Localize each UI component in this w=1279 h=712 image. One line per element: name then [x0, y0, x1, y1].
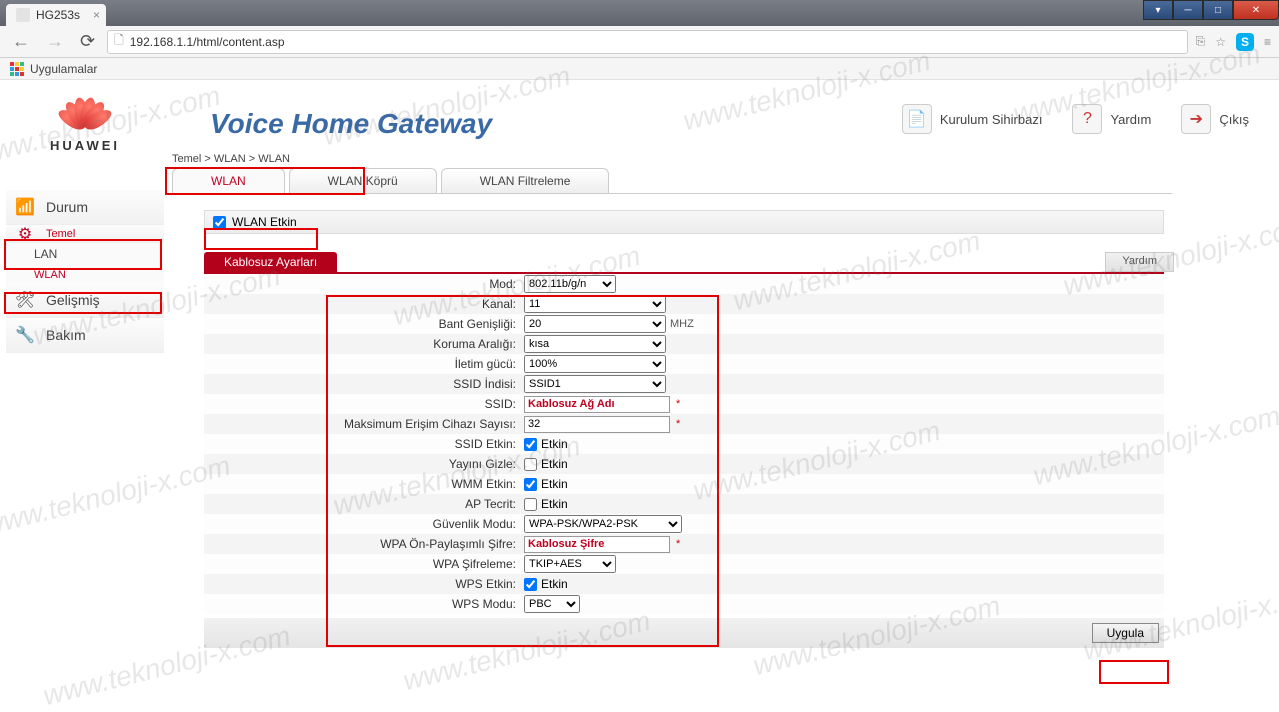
mode-label: Mod:	[204, 277, 522, 291]
sidebar-item-advanced[interactable]: 🛠 Gelişmiş	[6, 283, 164, 318]
router-page: HUAWEI Voice Home Gateway 📄 Kurulum Sihi…	[0, 80, 1279, 700]
breadcrumb: Temel > WLAN > WLAN	[172, 153, 290, 165]
sidebar-sub-wlan[interactable]: WLAN	[6, 265, 164, 283]
browser-tab-strip: HG253s × ▾ ─ □ ✕	[0, 0, 1279, 26]
brand-name: HUAWEI	[10, 138, 160, 153]
ssid-index-select[interactable]: SSID1	[524, 375, 666, 393]
sidebar-item-basic[interactable]: ⚙ Temel	[6, 225, 164, 243]
window-maximize-icon[interactable]: □	[1203, 0, 1233, 20]
page-title: Voice Home Gateway	[210, 108, 492, 140]
guard-label: Koruma Aralığı:	[204, 337, 522, 351]
wps-enable-checkbox[interactable]	[524, 578, 537, 591]
top-actions: 📄 Kurulum Sihirbazı ? Yardım ➔ Çıkış	[902, 104, 1249, 134]
wireless-settings-form: Mod:802.11b/g/n Kanal:11 Bant Genişliği:…	[204, 272, 1164, 614]
mode-select[interactable]: 802.11b/g/n	[524, 275, 616, 293]
max-clients-input[interactable]	[524, 416, 670, 433]
logout-link[interactable]: ➔ Çıkış	[1181, 104, 1249, 134]
wlan-enable-label: WLAN Etkin	[232, 215, 297, 229]
wizard-link[interactable]: 📄 Kurulum Sihirbazı	[902, 104, 1043, 134]
wlan-enable-bar: WLAN Etkin	[204, 210, 1164, 234]
bandwidth-select[interactable]: 20	[524, 315, 666, 333]
apply-bar: Uygula	[204, 618, 1164, 648]
ssid-enable-checkbox[interactable]	[524, 438, 537, 451]
ssid-index-label: SSID İndisi:	[204, 377, 522, 391]
forward-button[interactable]: →	[42, 31, 68, 52]
skype-extension-icon[interactable]: S	[1236, 33, 1254, 51]
ribbon-icon[interactable]: ⎘	[1196, 34, 1206, 49]
max-clients-label: Maksimum Erişim Cihazı Sayısı:	[204, 417, 522, 431]
ssid-input[interactable]	[524, 396, 670, 413]
wlan-enable-checkbox[interactable]	[213, 216, 226, 229]
apps-icon[interactable]	[10, 62, 24, 76]
status-icon: 📶	[14, 196, 36, 218]
hide-broadcast-label: Yayını Gizle:	[204, 457, 522, 471]
reload-button[interactable]: ⟳	[76, 31, 99, 52]
bandwidth-label: Bant Genişliği:	[204, 317, 522, 331]
window-controls: ▾ ─ □ ✕	[1143, 0, 1279, 20]
browser-toolbar: ← → ⟳ 🗋 192.168.1.1/html/content.asp ⎘ ☆…	[0, 26, 1279, 58]
channel-select[interactable]: 11	[524, 295, 666, 313]
gear-icon: ⚙	[14, 223, 36, 245]
ssid-enable-label: SSID Etkin:	[204, 437, 522, 451]
sidebar-sub-lan[interactable]: LAN	[6, 243, 164, 265]
security-label: Güvenlik Modu:	[204, 517, 522, 531]
watermark: www.teknoloji-x.com	[0, 450, 234, 542]
window-dropdown-icon[interactable]: ▾	[1143, 0, 1173, 20]
txpower-label: İletim gücü:	[204, 357, 522, 371]
section-title: Kablosuz Ayarları	[204, 252, 337, 272]
wmm-checkbox[interactable]	[524, 478, 537, 491]
wps-mode-label: WPS Modu:	[204, 597, 522, 611]
ssid-label: SSID:	[204, 397, 522, 411]
wps-mode-select[interactable]: PBC	[524, 595, 580, 613]
ap-isolate-checkbox[interactable]	[524, 498, 537, 511]
favicon	[16, 8, 30, 22]
txpower-select[interactable]: 100%	[524, 355, 666, 373]
maintenance-icon: 🔧	[14, 324, 36, 346]
window-close-icon[interactable]: ✕	[1233, 0, 1279, 20]
ap-isolate-label: AP Tecrit:	[204, 497, 522, 511]
sidebar-item-maintenance[interactable]: 🔧 Bakım	[6, 318, 164, 353]
tab-wlan[interactable]: WLAN	[172, 168, 285, 193]
hide-broadcast-checkbox[interactable]	[524, 458, 537, 471]
wpa-psk-input[interactable]	[524, 536, 670, 553]
window-minimize-icon[interactable]: ─	[1173, 0, 1203, 20]
url-text: 192.168.1.1/html/content.asp	[130, 35, 285, 49]
apply-button[interactable]: Uygula	[1092, 623, 1159, 643]
wpa-psk-label: WPA Ön-Paylaşımlı Şifre:	[204, 537, 522, 551]
back-button[interactable]: ←	[8, 31, 34, 52]
highlight-apply	[1099, 660, 1169, 684]
help-link[interactable]: ? Yardım	[1072, 104, 1151, 134]
content-tabs: WLAN WLAN Köprü WLAN Filtreleme	[172, 168, 1172, 194]
site-info-icon[interactable]: 🗋	[114, 31, 124, 52]
bookmark-star-icon[interactable]: ☆	[1215, 35, 1226, 49]
help-icon: ?	[1072, 104, 1102, 134]
wpa-enc-label: WPA Şifreleme:	[204, 557, 522, 571]
address-bar[interactable]: 🗋 192.168.1.1/html/content.asp	[107, 30, 1188, 54]
close-tab-icon[interactable]: ×	[93, 8, 100, 22]
logout-icon: ➔	[1181, 104, 1211, 134]
brand-logo: HUAWEI	[10, 88, 160, 153]
channel-label: Kanal:	[204, 297, 522, 311]
section-help-button[interactable]: Yardım	[1105, 252, 1174, 272]
bookmarks-bar: Uygulamalar	[0, 58, 1279, 80]
wizard-icon: 📄	[902, 104, 932, 134]
chrome-menu-icon[interactable]: ≡	[1264, 35, 1271, 49]
content-area: WLAN Etkin Kablosuz Ayarları Yardım Mod:…	[204, 210, 1174, 648]
wps-enable-label: WPS Etkin:	[204, 577, 522, 591]
wmm-label: WMM Etkin:	[204, 477, 522, 491]
tab-title: HG253s	[36, 8, 80, 22]
security-select[interactable]: WPA-PSK/WPA2-PSK	[524, 515, 682, 533]
bookmarks-apps-label[interactable]: Uygulamalar	[30, 62, 97, 76]
tab-wlan-bridge[interactable]: WLAN Köprü	[289, 168, 437, 193]
browser-tab[interactable]: HG253s ×	[6, 4, 106, 26]
advanced-icon: 🛠	[14, 289, 36, 311]
sidebar: 📶 Durum ⚙ Temel LAN WLAN 🛠 Gelişmiş 🔧 Ba…	[6, 190, 164, 353]
wpa-enc-select[interactable]: TKIP+AES	[524, 555, 616, 573]
sidebar-item-status[interactable]: 📶 Durum	[6, 190, 164, 225]
guard-select[interactable]: kısa	[524, 335, 666, 353]
tab-wlan-filter[interactable]: WLAN Filtreleme	[441, 168, 610, 193]
